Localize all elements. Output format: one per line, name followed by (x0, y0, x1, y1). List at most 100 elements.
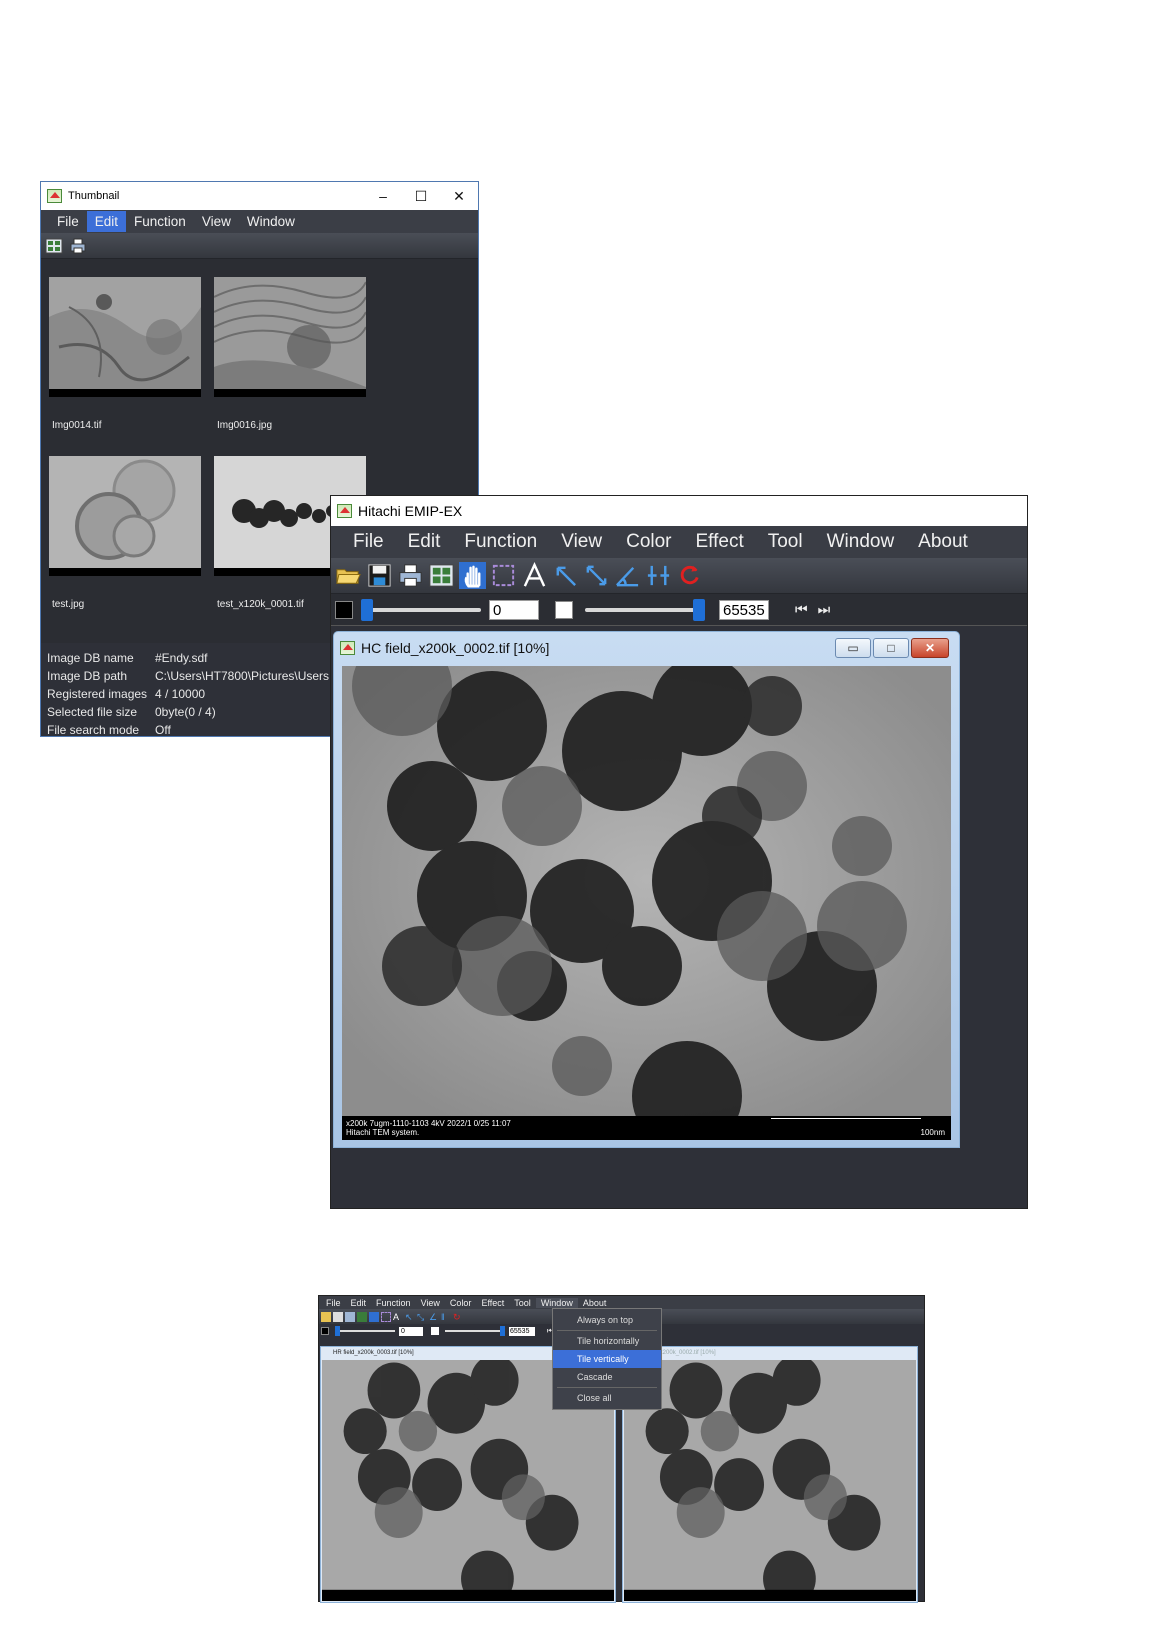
thumbnail-label: Img0014.tif (52, 420, 102, 431)
maximize-button[interactable]: ☐ (402, 188, 440, 205)
measure-icon[interactable] (583, 562, 610, 589)
menu-window[interactable]: Window (239, 211, 303, 232)
low-value-input[interactable]: 0 (399, 1326, 423, 1336)
print-icon[interactable] (397, 562, 424, 589)
open-folder-icon[interactable] (321, 1311, 331, 1322)
low-slider[interactable] (361, 598, 481, 621)
info-label: File search mode (47, 723, 140, 737)
menu-tool[interactable]: Tool (509, 1298, 536, 1308)
info-value: C:\Users\HT7800\Pictures\Users (155, 669, 330, 683)
tem-caption-line2: Hitachi TEM system. (346, 1128, 420, 1137)
black-swatch (335, 600, 353, 619)
menu-item-cascade[interactable]: Cascade (553, 1368, 661, 1386)
open-folder-icon[interactable] (335, 562, 362, 589)
menu-function[interactable]: Function (126, 211, 194, 232)
menu-color[interactable]: Color (614, 528, 683, 556)
high-slider[interactable] (585, 598, 705, 621)
slider-knob[interactable] (335, 1326, 340, 1336)
measure-icon[interactable]: ⤡ (417, 1312, 427, 1322)
menu-edit[interactable]: Edit (86, 211, 127, 232)
text-icon[interactable] (521, 562, 548, 589)
menu-view[interactable]: View (549, 528, 614, 556)
image-window-title[interactable]: HC field_x200k_0002.tif [10%] (623, 1347, 917, 1359)
close-button[interactable]: ✕ (911, 638, 949, 658)
slider-knob[interactable] (500, 1326, 505, 1336)
thumbnail-image (213, 277, 367, 397)
high-slider[interactable] (445, 1326, 505, 1336)
tem-image[interactable] (624, 1360, 916, 1601)
info-label: Registered images (47, 687, 148, 701)
toolbar (41, 233, 478, 259)
menu-edit[interactable]: Edit (346, 1298, 372, 1308)
select-rect-icon[interactable] (490, 562, 517, 589)
thumbnail-item[interactable]: Img0014.tif (49, 277, 201, 431)
menu-window[interactable]: Window (815, 528, 907, 556)
print-icon[interactable] (345, 1311, 355, 1322)
first-image-icon[interactable]: ⏮ (795, 601, 808, 618)
menu-effect[interactable]: Effect (684, 528, 756, 556)
close-button[interactable]: ✕ (440, 188, 478, 205)
menu-file[interactable]: File (341, 528, 396, 556)
window-dropdown-menu: Always on top Tile horizontally Tile ver… (552, 1308, 662, 1410)
select-rect-icon[interactable] (381, 1311, 391, 1322)
menu-view[interactable]: View (416, 1298, 445, 1308)
image-window-titlebar[interactable]: HC field_x200k_0002.tif [10%] ▭ □ ✕ (334, 632, 959, 664)
menu-tool[interactable]: Tool (756, 528, 815, 556)
minimize-button[interactable]: ▭ (835, 638, 871, 658)
tem-image[interactable]: x200k 7ugm-1110-1103 4kV 2022/1 0/25 11:… (342, 666, 951, 1140)
app-icon (47, 189, 62, 203)
print-icon[interactable] (69, 237, 87, 255)
angle-icon[interactable]: ∠ (429, 1312, 439, 1322)
window-title: Hitachi EMIP-EX (358, 503, 463, 519)
angle-icon[interactable] (614, 562, 641, 589)
menu-item-close-all[interactable]: Close all (553, 1389, 661, 1407)
next-image-icon[interactable]: ⏭ (818, 601, 831, 618)
menu-function[interactable]: Function (371, 1298, 416, 1308)
menu-edit[interactable]: Edit (396, 528, 453, 556)
main-titlebar[interactable]: Hitachi EMIP-EX (331, 496, 1027, 526)
high-value-input[interactable]: 65535 (719, 599, 769, 620)
app-icon (340, 641, 355, 655)
thumbnail-titlebar[interactable]: Thumbnail – ☐ ✕ (41, 182, 478, 210)
menu-file[interactable]: File (321, 1298, 346, 1308)
thumbnail-icon[interactable] (357, 1311, 367, 1322)
slider-knob[interactable] (693, 598, 705, 621)
low-value-input[interactable]: 0 (489, 599, 539, 620)
minimize-button[interactable]: – (364, 188, 402, 204)
low-slider[interactable] (335, 1326, 395, 1336)
text-icon[interactable]: A (393, 1312, 403, 1322)
menu-effect[interactable]: Effect (476, 1298, 509, 1308)
arrow-icon[interactable]: ↖ (405, 1312, 415, 1322)
menu-view[interactable]: View (194, 211, 239, 232)
hand-icon[interactable] (369, 1311, 379, 1322)
scale-icon[interactable] (645, 562, 672, 589)
menu-function[interactable]: Function (452, 528, 549, 556)
menu-item-tile-horizontally[interactable]: Tile horizontally (553, 1332, 661, 1350)
menu-bar: File Edit Function View Window (41, 210, 478, 233)
thumbnail-item[interactable]: Img0016.jpg (213, 277, 367, 431)
maximize-button[interactable]: □ (873, 638, 909, 658)
arrow-icon[interactable] (552, 562, 579, 589)
info-value: 4 / 10000 (155, 687, 206, 701)
menu-about[interactable]: About (578, 1298, 612, 1308)
thumbnail-icon[interactable] (428, 562, 455, 589)
window-title: Thumbnail (68, 190, 120, 202)
thumbnail-item[interactable]: test.jpg (49, 456, 201, 610)
menu-item-always-on-top[interactable]: Always on top (553, 1311, 661, 1329)
save-icon[interactable] (366, 562, 393, 589)
menu-color[interactable]: Color (445, 1298, 477, 1308)
hand-icon[interactable] (459, 562, 486, 589)
image-window-right: HC field_x200k_0002.tif [10%] (622, 1346, 918, 1603)
high-value-input[interactable]: 65535 (509, 1326, 535, 1336)
thumbnail-view-icon[interactable] (45, 237, 63, 255)
slider-knob[interactable] (361, 598, 373, 621)
tem-micrograph (342, 666, 951, 1140)
rotate-icon[interactable]: ↻ (453, 1312, 463, 1322)
scale-icon[interactable]: ‖ (441, 1312, 451, 1322)
menu-window[interactable]: Window (535, 1297, 578, 1308)
menu-about[interactable]: About (906, 528, 980, 556)
save-icon[interactable] (333, 1311, 343, 1322)
menu-file[interactable]: File (49, 211, 87, 232)
rotate-icon[interactable] (676, 562, 703, 589)
menu-item-tile-vertically[interactable]: Tile vertically (553, 1350, 661, 1368)
